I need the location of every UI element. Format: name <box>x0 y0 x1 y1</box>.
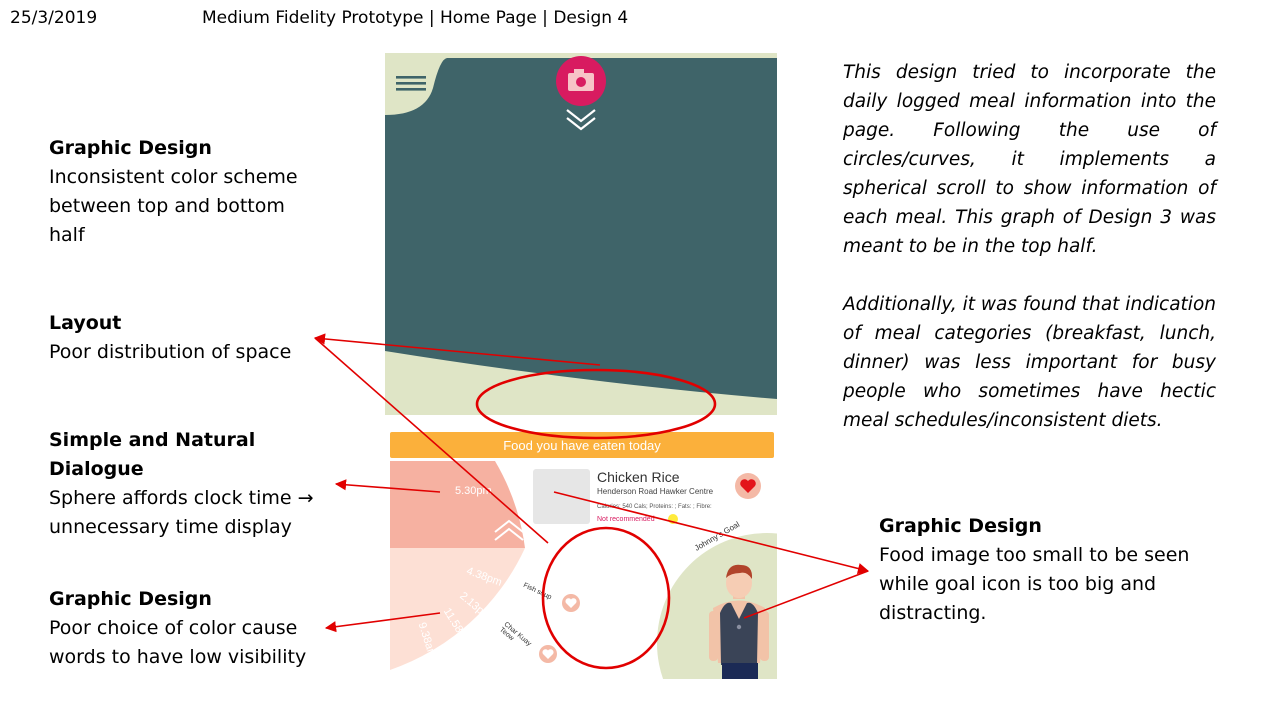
annotation-line: half <box>49 224 85 246</box>
annotation-food-image: Graphic Design Food image too small to b… <box>879 512 1239 628</box>
prototype-screen: Food you have eaten today Chicken Rice H… <box>385 53 777 679</box>
annotation-color-scheme: Graphic Design Inconsistent color scheme… <box>49 134 349 250</box>
prototype-canvas <box>385 53 777 679</box>
meal-tag: Not recommended <box>597 516 655 523</box>
design-description: This design tried to incorporate the dai… <box>843 58 1216 435</box>
meal-image[interactable] <box>533 469 590 524</box>
fish-soup-heart-icon[interactable] <box>562 594 580 612</box>
top-panel <box>385 58 777 399</box>
annotation-line: while goal icon is too big and <box>879 573 1157 595</box>
meal-nutrition: Calories: 540 Cals; Proteins: ; Fats: ; … <box>597 504 712 510</box>
annotation-heading: Dialogue <box>49 458 144 480</box>
annotation-line: between top and bottom <box>49 195 285 217</box>
annotation-line: Inconsistent color scheme <box>49 166 298 188</box>
banner-label: Food you have eaten today <box>503 438 661 453</box>
date-label: 25/3/2019 <box>10 8 98 28</box>
meal-location: Henderson Road Hawker Centre <box>597 487 714 496</box>
annotation-layout: Layout Poor distribution of space <box>49 309 349 367</box>
annotation-heading: Graphic Design <box>49 137 212 159</box>
annotation-heading: Layout <box>49 312 122 334</box>
annotation-line: unnecessary time display <box>49 516 292 538</box>
hamburger-menu-icon[interactable] <box>396 76 426 91</box>
annotation-heading: Graphic Design <box>879 515 1042 537</box>
meal-title[interactable]: Chicken Rice <box>597 469 679 485</box>
favorite-heart-icon[interactable] <box>735 473 761 499</box>
description-paragraph: Additionally, it was found that indicati… <box>843 294 1216 431</box>
camera-button[interactable] <box>556 56 606 106</box>
annotation-dialogue: Simple and Natural Dialogue Sphere affor… <box>49 426 349 542</box>
annotation-visibility: Graphic Design Poor choice of color caus… <box>49 585 349 672</box>
annotation-line: Food image too small to be seen <box>879 544 1190 566</box>
annotation-line: Poor choice of color cause <box>49 617 298 639</box>
wheel-time-label: 5.30pm <box>455 485 492 497</box>
description-paragraph: This design tried to incorporate the dai… <box>843 62 1216 257</box>
annotation-line: words to have low visibility <box>49 646 307 668</box>
slide-title: Medium Fidelity Prototype | Home Page | … <box>202 8 629 28</box>
annotation-line: distracting. <box>879 602 987 624</box>
annotation-line: Poor distribution of space <box>49 341 292 363</box>
annotation-line: Sphere affords clock time → <box>49 487 314 509</box>
char-kuay-teow-heart-icon[interactable] <box>539 645 557 663</box>
annotation-heading: Simple and Natural <box>49 429 256 451</box>
annotation-heading: Graphic Design <box>49 588 212 610</box>
tag-dot-icon <box>668 514 678 524</box>
